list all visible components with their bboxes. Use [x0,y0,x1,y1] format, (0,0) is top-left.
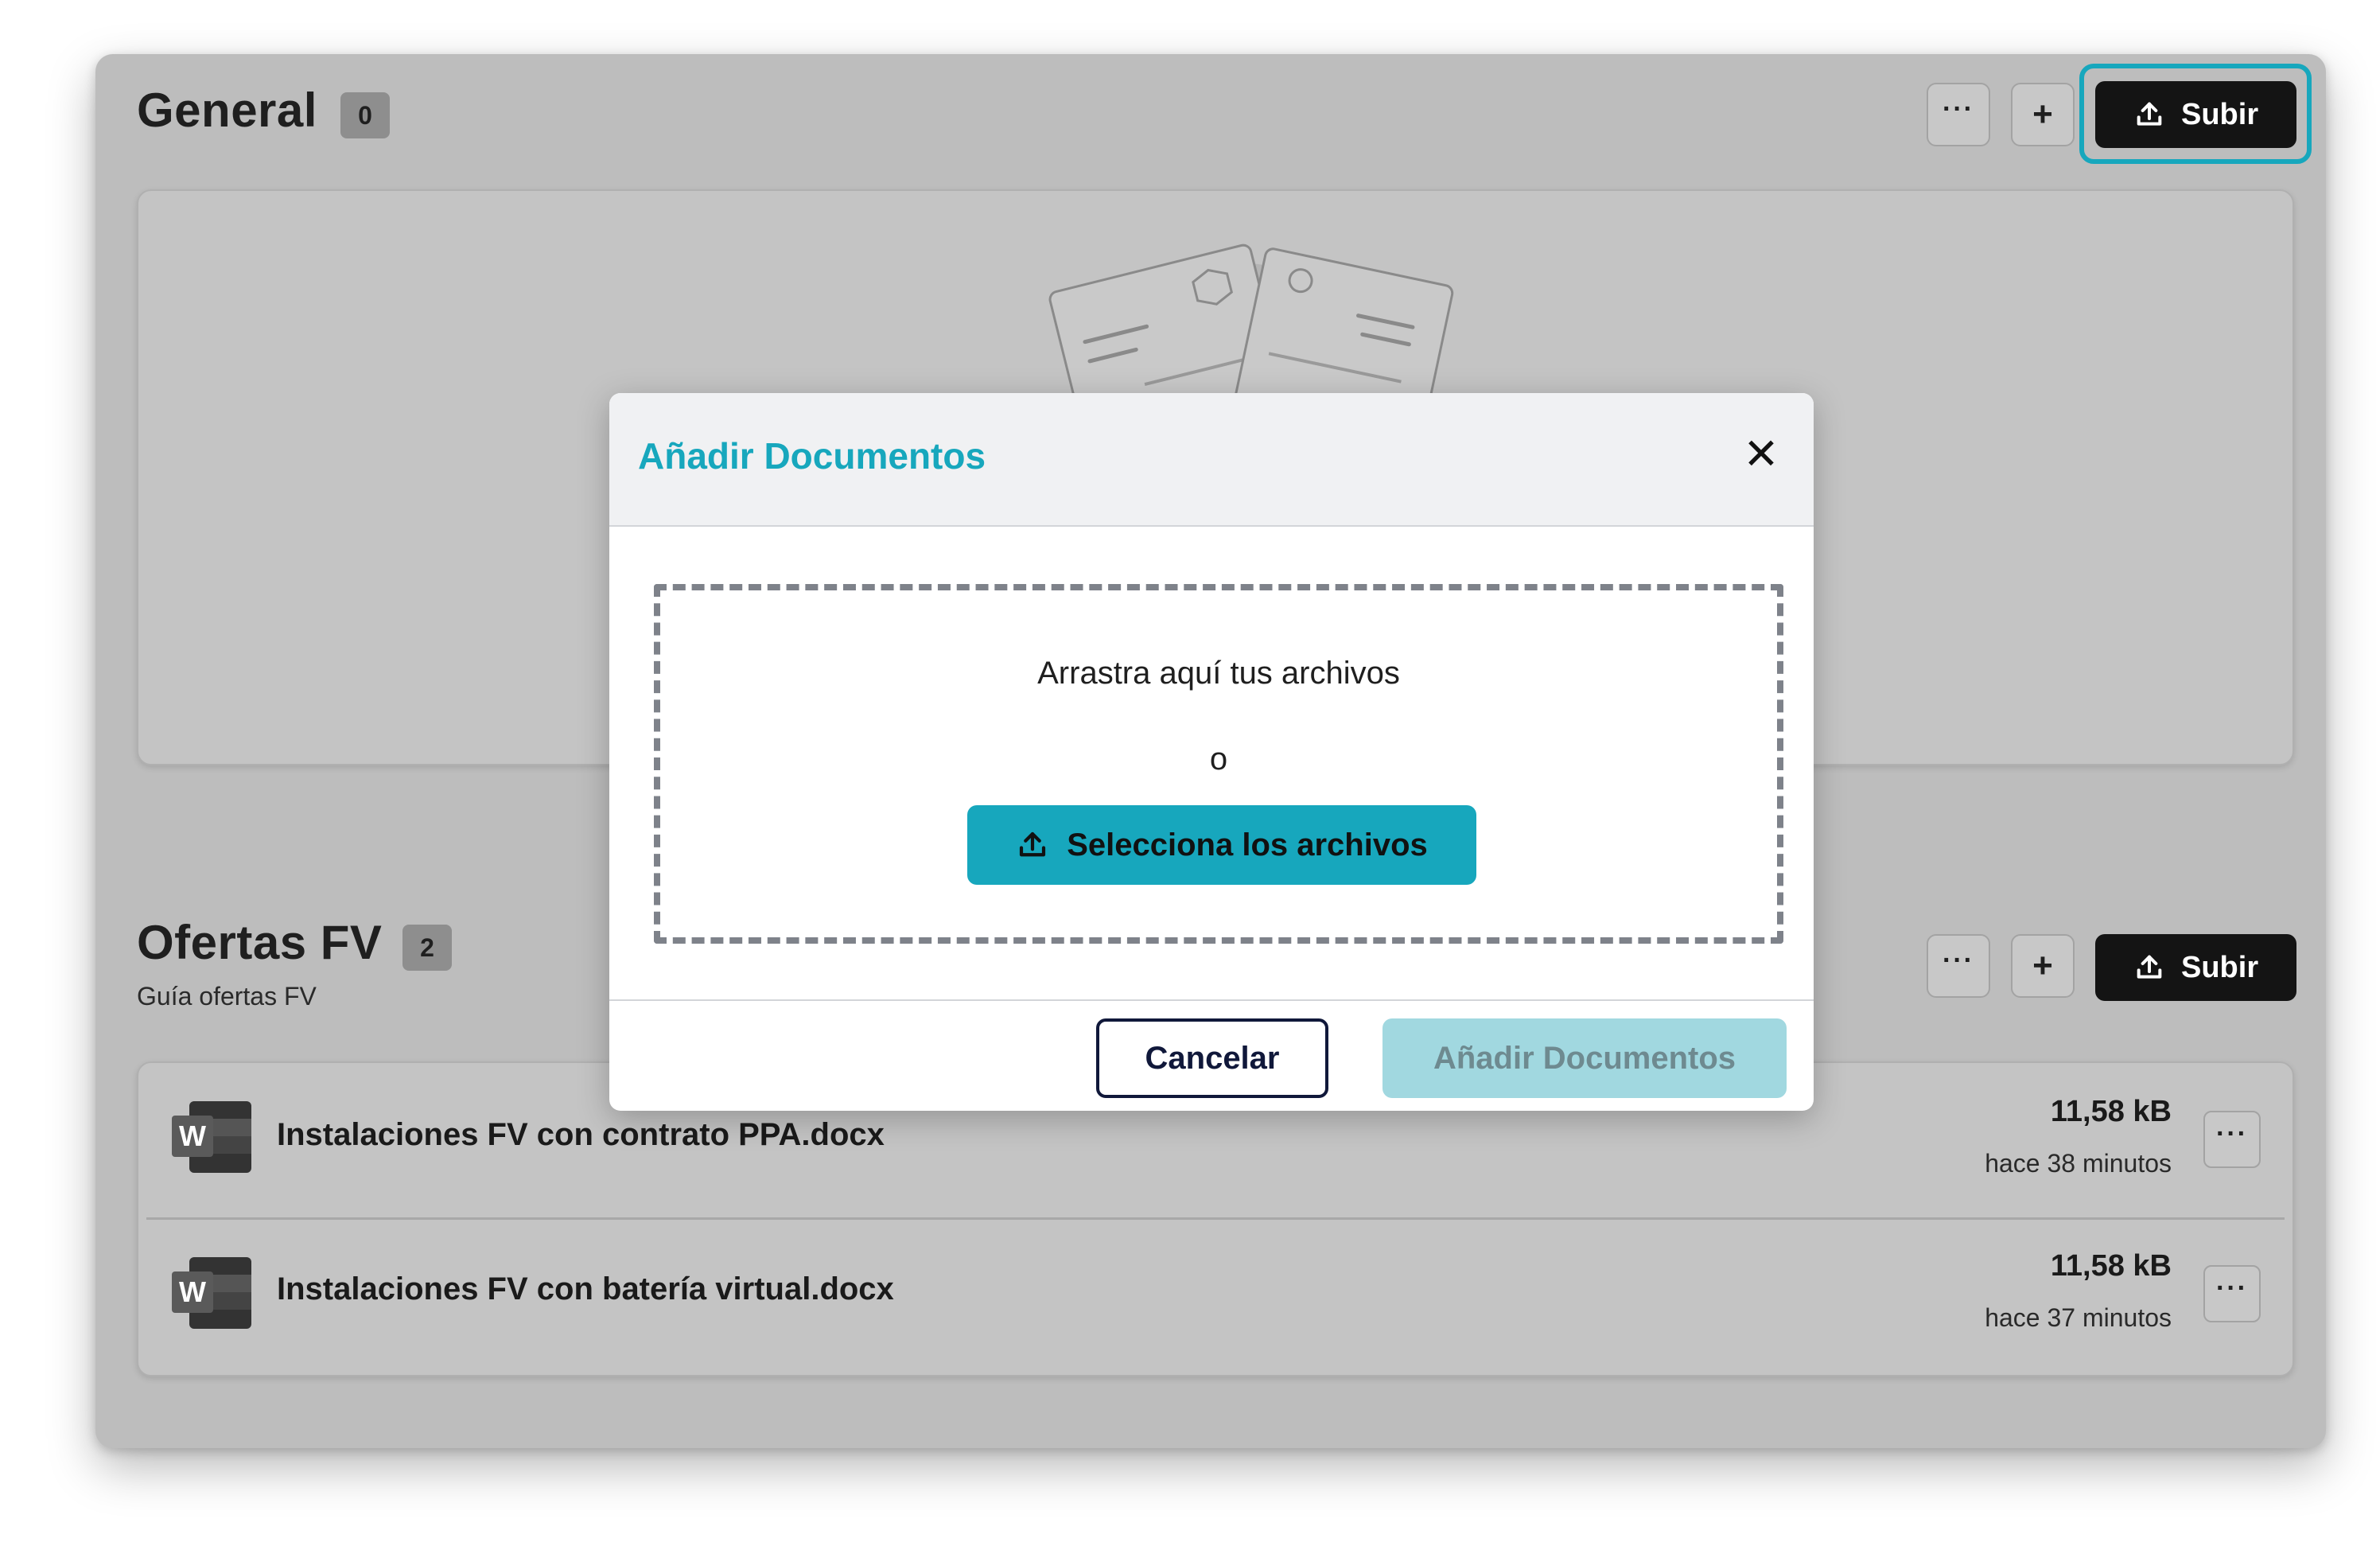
ofertas-upload-button[interactable]: Subir [2095,934,2297,1001]
modal-footer: Cancelar Añadir Documentos [609,999,1814,1111]
general-upload-label: Subir [2181,97,2259,131]
file-time: hace 38 minutos [1985,1149,2172,1178]
section-title-general: General [137,84,317,137]
more-icon: ··· [1942,945,1974,975]
plus-icon: + [2032,95,2053,134]
file-more-button[interactable]: ··· [2203,1111,2261,1168]
modal-header: Añadir Documentos ✕ [609,393,1814,527]
section-subtitle-ofertas: Guía ofertas FV [137,982,317,1011]
file-dropzone[interactable]: Arrastra aquí tus archivos o Selecciona … [654,584,1783,944]
more-icon: ··· [2216,1273,2248,1303]
general-upload-button[interactable]: Subir [2095,81,2297,148]
more-icon: ··· [1942,94,1974,124]
file-time: hace 37 minutos [1985,1303,2172,1332]
upload-icon [2137,955,2162,979]
empty-documents-illustration [1048,243,1454,414]
file-row[interactable]: W Instalaciones FV con batería virtual.d… [140,1221,2291,1373]
ofertas-add-button[interactable]: + [2011,934,2075,998]
select-files-button[interactable]: Selecciona los archivos [967,805,1476,885]
general-add-button[interactable]: + [2011,83,2075,146]
upload-icon [1020,831,1046,857]
general-more-button[interactable]: ··· [1927,83,1990,146]
cancel-button[interactable]: Cancelar [1096,1018,1328,1098]
file-size: 11,58 kB [2050,1095,2172,1128]
file-size: 11,58 kB [2050,1249,2172,1283]
add-documents-modal: Añadir Documentos ✕ Arrastra aquí tus ar… [609,393,1814,1111]
word-icon: W [172,1101,251,1173]
row-divider [146,1217,2285,1220]
close-icon[interactable]: ✕ [1737,430,1785,478]
file-name[interactable]: Instalaciones FV con contrato PPA.docx [277,1117,885,1153]
modal-title: Añadir Documentos [638,435,986,477]
upload-icon [2137,102,2162,126]
file-more-button[interactable]: ··· [2203,1265,2261,1322]
ofertas-upload-label: Subir [2181,950,2259,984]
count-badge-ofertas: 2 [402,925,452,971]
ofertas-more-button[interactable]: ··· [1927,934,1990,998]
add-documents-button[interactable]: Añadir Documentos [1382,1018,1787,1098]
word-icon: W [172,1257,251,1329]
dropzone-text: Arrastra aquí tus archivos [1037,656,1400,691]
count-badge-general: 0 [340,92,390,138]
file-name[interactable]: Instalaciones FV con batería virtual.doc… [277,1271,894,1307]
section-title-ofertas: Ofertas FV [137,916,383,969]
select-files-label: Selecciona los archivos [1067,827,1428,863]
svg-text:W: W [179,1275,206,1308]
plus-icon: + [2032,946,2053,985]
svg-text:W: W [179,1120,206,1152]
dropzone-or-text: o [1209,742,1228,777]
more-icon: ··· [2216,1119,2248,1149]
